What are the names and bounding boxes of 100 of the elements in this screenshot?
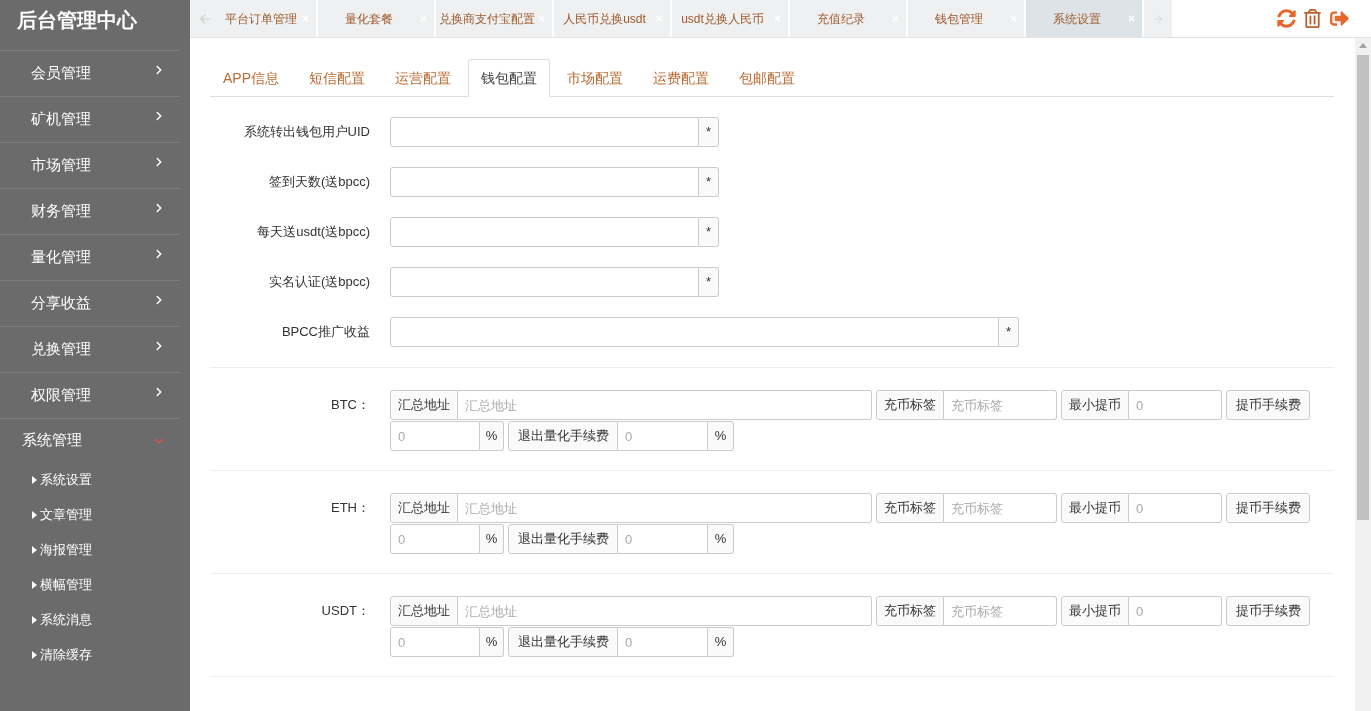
- required-addon: *: [699, 267, 719, 297]
- tag-addon: 充币标签: [876, 596, 944, 626]
- sidebar-item[interactable]: 量化管理: [0, 234, 180, 280]
- fee-addon: 提币手续费: [1226, 390, 1310, 420]
- app-title: 后台管理中心: [17, 10, 137, 30]
- required-addon: *: [699, 167, 719, 197]
- caret-right-icon: [32, 475, 37, 484]
- tag-input[interactable]: 充币标签: [944, 493, 1057, 523]
- caret-right-icon: [32, 650, 37, 659]
- address-addon: 汇总地址: [390, 390, 458, 420]
- settings-tab[interactable]: 运费配置: [640, 59, 722, 97]
- text-input[interactable]: [390, 217, 699, 247]
- coin-label: BTC：: [331, 396, 370, 415]
- percent-addon: %: [708, 524, 734, 554]
- page-tab[interactable]: 充值纪录: [790, 0, 908, 37]
- address-input[interactable]: 汇总地址: [458, 390, 872, 420]
- percent-addon: %: [480, 421, 504, 451]
- text-input[interactable]: [390, 167, 699, 197]
- scroll-right-button[interactable]: [1144, 0, 1172, 37]
- tag-addon: 充币标签: [876, 390, 944, 420]
- sidebar-item[interactable]: 权限管理: [0, 372, 180, 418]
- sidebar-item[interactable]: 会员管理: [0, 50, 180, 96]
- settings-tab[interactable]: 市场配置: [554, 59, 636, 97]
- close-icon[interactable]: [1127, 14, 1136, 23]
- sidebar-subitem[interactable]: 清除缓存: [0, 637, 190, 672]
- page-tab[interactable]: 系统设置: [1026, 0, 1144, 37]
- sidebar-subitem[interactable]: 横幅管理: [0, 567, 190, 602]
- caret-right-icon: [32, 545, 37, 554]
- percent-addon: %: [708, 627, 734, 657]
- page-tab[interactable]: 人民币兑换usdt: [554, 0, 672, 37]
- sidebar-subitem[interactable]: 系统消息: [0, 602, 190, 637]
- sidebar-item[interactable]: 兑换管理: [0, 326, 180, 372]
- percent-addon: %: [480, 627, 504, 657]
- settings-tab[interactable]: 运营配置: [382, 59, 464, 97]
- field-label: 每天送usdt(送bpcc): [256, 223, 370, 242]
- tag-input[interactable]: 充币标签: [944, 390, 1057, 420]
- field-label: 系统转出钱包用户UID: [242, 123, 370, 142]
- address-input[interactable]: 汇总地址: [458, 596, 872, 626]
- required-addon: *: [699, 117, 719, 147]
- percent-addon: %: [480, 524, 504, 554]
- exit-fee-input[interactable]: 0: [618, 524, 708, 554]
- coin-label: USDT：: [321, 602, 370, 621]
- page-tab[interactable]: usdt兑换人民币: [672, 0, 790, 37]
- exit-fee-input[interactable]: 0: [618, 421, 708, 451]
- min-withdraw-addon: 最小提币: [1061, 390, 1129, 420]
- required-addon: *: [999, 317, 1019, 347]
- min-withdraw-addon: 最小提币: [1061, 596, 1129, 626]
- sign-out-icon[interactable]: [1329, 9, 1350, 28]
- page-tab[interactable]: 平台订单管理: [220, 0, 318, 37]
- caret-right-icon: [32, 580, 37, 589]
- address-input[interactable]: 汇总地址: [458, 493, 872, 523]
- arrow-up-icon[interactable]: [1359, 43, 1367, 48]
- sidebar-item[interactable]: 财务管理: [0, 188, 180, 234]
- address-addon: 汇总地址: [390, 596, 458, 626]
- fee-input[interactable]: 0: [390, 421, 480, 451]
- settings-tab[interactable]: 短信配置: [296, 59, 378, 97]
- page-tab[interactable]: 量化套餐: [318, 0, 436, 37]
- exit-fee-addon: 退出量化手续费: [508, 421, 618, 451]
- coin-label: ETH：: [331, 499, 370, 518]
- tag-addon: 充币标签: [876, 493, 944, 523]
- sidebar-subitem[interactable]: 系统设置: [0, 462, 190, 497]
- min-withdraw-input[interactable]: 0: [1129, 596, 1222, 626]
- sidebar-subitem[interactable]: 海报管理: [0, 532, 190, 567]
- tag-input[interactable]: 充币标签: [944, 596, 1057, 626]
- text-input[interactable]: [390, 317, 999, 347]
- arrow-left-icon: [198, 11, 212, 26]
- fee-addon: 提币手续费: [1226, 493, 1310, 523]
- field-label: BPCC推广收益: [280, 323, 370, 342]
- sidebar-item[interactable]: 矿机管理: [0, 96, 180, 142]
- field-label: 签到天数(送bpcc): [267, 173, 370, 192]
- settings-tab[interactable]: 包邮配置: [726, 59, 808, 97]
- sidebar-item[interactable]: 市场管理: [0, 142, 180, 188]
- fee-input[interactable]: 0: [390, 524, 480, 554]
- caret-right-icon: [32, 615, 37, 624]
- exit-fee-addon: 退出量化手续费: [508, 627, 618, 657]
- settings-tab[interactable]: 钱包配置: [468, 59, 550, 97]
- percent-addon: %: [708, 421, 734, 451]
- page-tab[interactable]: 兑换商支付宝配置: [436, 0, 554, 37]
- fee-input[interactable]: 0: [390, 627, 480, 657]
- exit-fee-input[interactable]: 0: [618, 627, 708, 657]
- sidebar-item[interactable]: 系统管理: [0, 418, 180, 462]
- text-input[interactable]: [390, 117, 699, 147]
- required-addon: *: [699, 217, 719, 247]
- min-withdraw-addon: 最小提币: [1061, 493, 1129, 523]
- min-withdraw-input[interactable]: 0: [1129, 493, 1222, 523]
- caret-right-icon: [32, 510, 37, 519]
- field-label: 实名认证(送bpcc): [267, 273, 370, 292]
- refresh-icon[interactable]: [1277, 9, 1296, 28]
- fee-addon: 提币手续费: [1226, 596, 1310, 626]
- trash-icon[interactable]: [1304, 9, 1321, 28]
- sidebar-subitem[interactable]: 文章管理: [0, 497, 190, 532]
- address-addon: 汇总地址: [390, 493, 458, 523]
- sidebar-item[interactable]: 分享收益: [0, 280, 180, 326]
- page-tab[interactable]: 钱包管理: [908, 0, 1026, 37]
- text-input[interactable]: [390, 267, 699, 297]
- settings-tab[interactable]: APP信息: [210, 59, 292, 97]
- min-withdraw-input[interactable]: 0: [1129, 390, 1222, 420]
- scrollbar-thumb[interactable]: [1357, 55, 1369, 520]
- exit-fee-addon: 退出量化手续费: [508, 524, 618, 554]
- scroll-left-button[interactable]: [190, 0, 220, 37]
